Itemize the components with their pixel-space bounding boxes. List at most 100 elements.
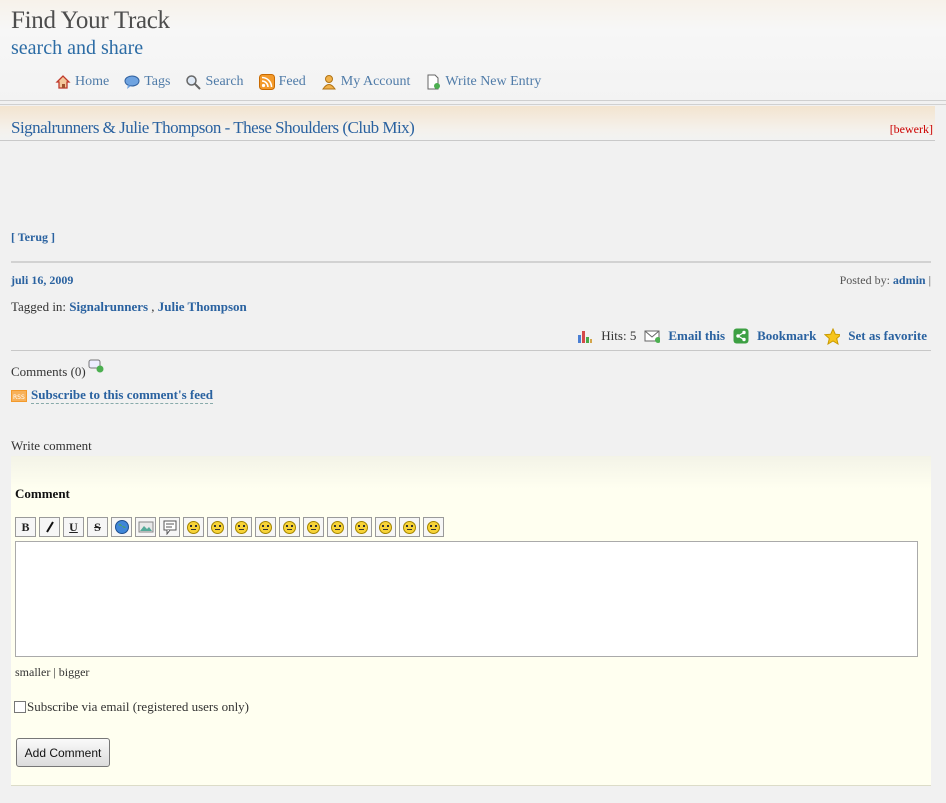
resize-separator: | xyxy=(50,665,59,679)
bookmark-share-icon xyxy=(733,328,749,344)
sad-smiley-icon xyxy=(427,520,440,534)
tag-list: Tagged in: Signalrunners , Julie Thompso… xyxy=(11,299,247,315)
stats-chart-icon xyxy=(577,328,593,344)
smiley-icon xyxy=(187,520,200,534)
nav-search[interactable]: Search xyxy=(185,74,244,90)
smiley-cool-button[interactable] xyxy=(351,517,372,537)
grin-smiley-icon xyxy=(235,520,248,534)
smiley-tongue-button[interactable] xyxy=(375,517,396,537)
smiley-smile-button[interactable] xyxy=(183,517,204,537)
header-divider xyxy=(0,104,946,105)
italic-icon xyxy=(45,521,54,533)
surprised-smiley-icon xyxy=(283,520,296,534)
smiley-shocked-button[interactable] xyxy=(327,517,348,537)
underline-button[interactable]: U xyxy=(63,517,84,537)
nav-home[interactable]: Home xyxy=(55,74,109,90)
nav-write-new-entry[interactable]: Write New Entry xyxy=(425,74,541,90)
smiley-wink-button[interactable] xyxy=(207,517,228,537)
edit-link[interactable]: [bewerk] xyxy=(890,122,933,137)
subscribe-email-option: Subscribe via email (registered users on… xyxy=(14,699,249,715)
entry-date: juli 16, 2009 xyxy=(11,273,74,287)
nav-feed[interactable]: Feed xyxy=(258,74,306,90)
tag-link[interactable]: Signalrunners xyxy=(69,299,148,314)
new-document-icon xyxy=(425,74,441,90)
subscribe-email-checkbox[interactable] xyxy=(14,701,26,713)
subscribe-email-label: Subscribe via email (registered users on… xyxy=(27,699,250,714)
bold-button[interactable]: B xyxy=(15,517,36,537)
smiley-laugh-button[interactable] xyxy=(255,517,276,537)
cool-smiley-icon xyxy=(355,520,368,534)
nav-feed-label: Feed xyxy=(278,74,306,89)
laugh-smiley-icon xyxy=(259,520,272,534)
tag-link[interactable]: Julie Thompson xyxy=(158,299,247,314)
site-title[interactable]: Find Your Track xyxy=(11,7,170,35)
image-icon xyxy=(138,521,153,533)
insert-image-button[interactable] xyxy=(135,517,156,537)
subscribe-comment-feed-label: Subscribe to this comment's feed xyxy=(31,387,213,404)
tagged-label: Tagged in: xyxy=(11,299,67,314)
smiley-sad-button[interactable] xyxy=(423,517,444,537)
rss-feed-icon: RSS xyxy=(11,388,27,404)
comments-count: Comments (0) xyxy=(11,359,104,380)
textarea-resize: smaller | bigger xyxy=(15,665,89,680)
smiley-blank-button[interactable] xyxy=(399,517,420,537)
subscribe-comment-feed[interactable]: RSS Subscribe to this comment's feed xyxy=(11,387,213,404)
wink-smiley-icon xyxy=(211,520,224,534)
rss-icon xyxy=(258,74,275,90)
tongue-smiley-icon xyxy=(379,520,392,534)
add-comment-icon[interactable] xyxy=(88,358,104,374)
blank-smiley-icon xyxy=(403,520,416,534)
posted-by: Posted by: admin | xyxy=(840,273,931,288)
comments-count-label: Comments (0) xyxy=(11,364,86,379)
email-this-link[interactable]: Email this xyxy=(668,328,725,344)
site-subtitle: search and share xyxy=(11,37,144,59)
nav-tags[interactable]: Tags xyxy=(124,74,170,90)
divider xyxy=(11,350,931,351)
author-link[interactable]: admin xyxy=(893,273,926,287)
comment-form: Comment B U S smaller | bigger Subscribe… xyxy=(11,456,931,786)
smiley-grin-button[interactable] xyxy=(231,517,252,537)
nav-my-account[interactable]: My Account xyxy=(321,74,411,90)
nav-my-account-label: My Account xyxy=(340,74,411,89)
nav-write-new-entry-label: Write New Entry xyxy=(445,74,542,89)
comment-textarea[interactable] xyxy=(15,541,918,657)
star-icon xyxy=(824,327,841,345)
smiley-surprised-button[interactable] xyxy=(279,517,300,537)
smiley-neutral-button[interactable] xyxy=(303,517,324,537)
nav-home-label: Home xyxy=(75,74,110,89)
posted-separator: | xyxy=(925,273,931,287)
nav-tags-label: Tags xyxy=(144,74,171,89)
insert-quote-button[interactable] xyxy=(159,517,180,537)
comment-form-heading: Comment xyxy=(15,486,70,501)
smaller-link[interactable]: smaller xyxy=(15,665,50,679)
divider xyxy=(11,261,931,263)
hits-count: Hits: 5 xyxy=(601,328,637,343)
email-icon xyxy=(644,328,661,344)
set-favorite-link[interactable]: Set as favorite xyxy=(848,328,927,344)
comment-toolbar: B U S xyxy=(15,517,444,537)
back-link[interactable]: [ Terug ] xyxy=(11,230,55,245)
site-header: Find Your Track search and share Home Ta… xyxy=(0,0,946,101)
bookmark-link[interactable]: Bookmark xyxy=(757,328,816,344)
user-icon xyxy=(321,74,337,90)
quote-icon xyxy=(163,520,176,535)
add-comment-button[interactable]: Add Comment xyxy=(16,738,110,767)
svg-text:RSS: RSS xyxy=(13,394,25,401)
italic-button[interactable] xyxy=(39,517,60,537)
globe-link-icon xyxy=(114,520,129,534)
insert-link-button[interactable] xyxy=(111,517,132,537)
tags-icon xyxy=(124,74,140,90)
main-nav: Home Tags Search Feed My Account Write N… xyxy=(55,74,541,90)
write-comment-label: Write comment xyxy=(11,438,92,453)
home-icon xyxy=(55,74,71,90)
entry-content: Signalrunners & Julie Thompson - These S… xyxy=(0,106,946,786)
neutral-smiley-icon xyxy=(307,520,320,534)
entry-stats: Hits: 5 Email this Bookmark Set as favor… xyxy=(577,327,927,345)
shocked-smiley-icon xyxy=(331,520,344,534)
bigger-link[interactable]: bigger xyxy=(59,665,90,679)
search-icon xyxy=(185,74,202,90)
entry-title-bar: Signalrunners & Julie Thompson - These S… xyxy=(0,106,935,141)
posted-by-label: Posted by: xyxy=(839,273,890,287)
entry-title[interactable]: Signalrunners & Julie Thompson - These S… xyxy=(11,118,415,138)
strikethrough-button[interactable]: S xyxy=(87,517,108,537)
